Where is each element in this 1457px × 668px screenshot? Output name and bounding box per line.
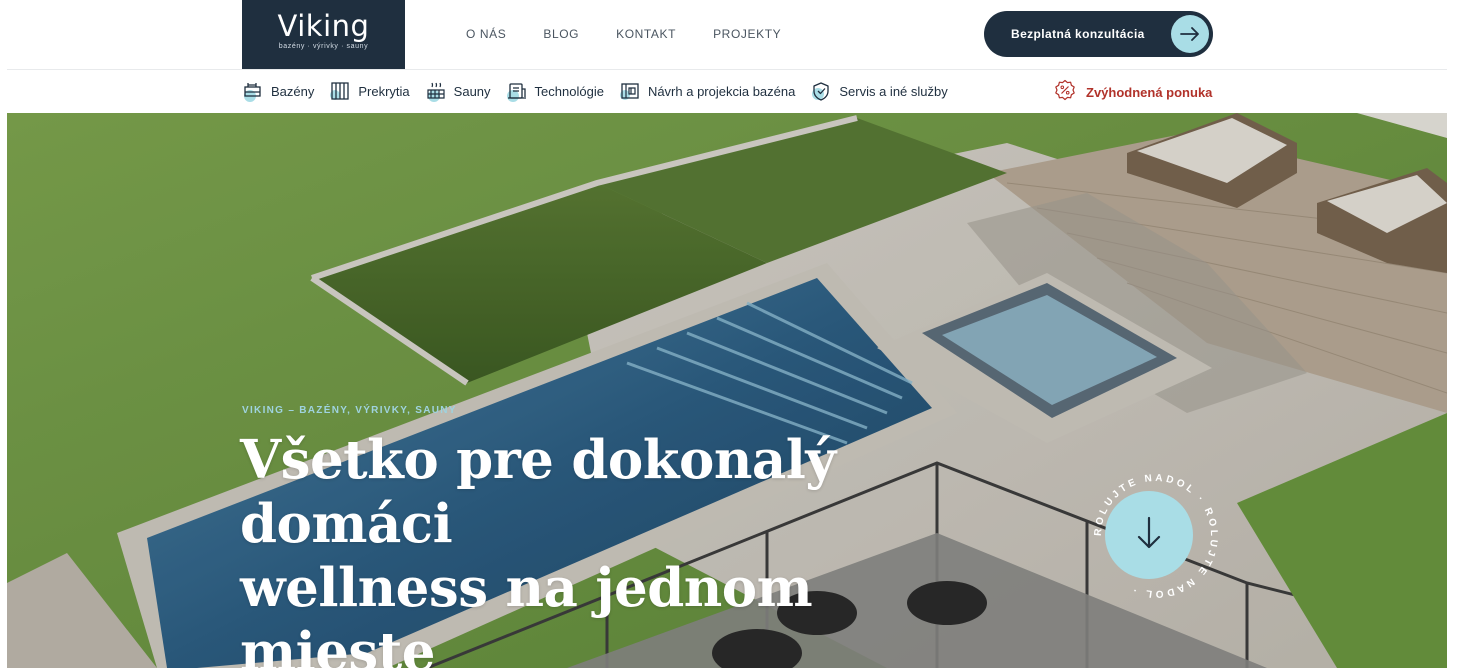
category-navigation: Bazény Prekrytia Sauny Technológie Návrh…	[242, 78, 963, 104]
subnav-label: Návrh a projekcia bazéna	[647, 83, 796, 99]
percent-badge-icon	[1054, 79, 1076, 106]
subnav-item-pools[interactable]: Bazény	[242, 80, 314, 102]
nav-link-blog[interactable]: BLOG	[543, 27, 579, 41]
arrow-down-icon	[1136, 516, 1162, 555]
technology-icon	[506, 80, 528, 102]
special-offer-label: Zvýhodnená ponuka	[1086, 85, 1213, 100]
sauna-icon	[425, 80, 447, 102]
hero-headline-line2: wellness na jednom mieste	[240, 557, 813, 668]
hero-eyebrow: VIKING – BAZÉNY, VÝRIVKY, SAUNY	[242, 405, 457, 416]
free-consultation-button[interactable]: Bezplatná konzultácia	[984, 11, 1213, 57]
logo[interactable]: Viking bazény · výrivky · sauny	[242, 0, 405, 69]
subnav-label: Bazény	[271, 83, 315, 99]
pool-icon	[242, 80, 264, 102]
hero-headline-line1: Všetko pre dokonalý domáci	[240, 429, 836, 555]
subnav-item-design[interactable]: Návrh a projekcia bazéna	[619, 80, 795, 102]
logo-name: Viking	[277, 9, 370, 43]
cover-icon	[329, 80, 351, 102]
header-divider	[7, 69, 1447, 70]
scroll-down-button[interactable]	[1105, 491, 1193, 579]
subnav-item-service[interactable]: Servis a iné služby	[810, 80, 948, 102]
subnav-item-covers[interactable]: Prekrytia	[329, 80, 410, 102]
subnav-label: Prekrytia	[358, 83, 410, 99]
hero-headline: Všetko pre dokonalý domáci wellness na j…	[240, 428, 1000, 668]
nav-link-contact[interactable]: KONTAKT	[616, 27, 676, 41]
subnav-label: Sauny	[453, 83, 491, 99]
cta-label: Bezplatná konzultácia	[1011, 27, 1145, 41]
main-navigation: O NÁS BLOG KONTAKT PROJEKTY	[466, 27, 781, 41]
nav-link-about[interactable]: O NÁS	[466, 27, 506, 41]
arrow-right-icon	[1171, 15, 1209, 53]
service-icon	[810, 80, 832, 102]
subnav-item-saunas[interactable]: Sauny	[425, 80, 491, 102]
special-offer-link[interactable]: Zvýhodnená ponuka	[1054, 79, 1212, 106]
nav-link-projects[interactable]: PROJEKTY	[713, 27, 781, 41]
subnav-label: Servis a iné služby	[839, 83, 948, 99]
top-header: Viking bazény · výrivky · sauny O NÁS BL…	[0, 0, 1457, 70]
blueprint-icon	[619, 80, 641, 102]
subnav-item-technology[interactable]: Technológie	[506, 80, 604, 102]
logo-tagline: bazény · výrivky · sauny	[278, 43, 369, 50]
subnav-label: Technológie	[534, 83, 604, 99]
